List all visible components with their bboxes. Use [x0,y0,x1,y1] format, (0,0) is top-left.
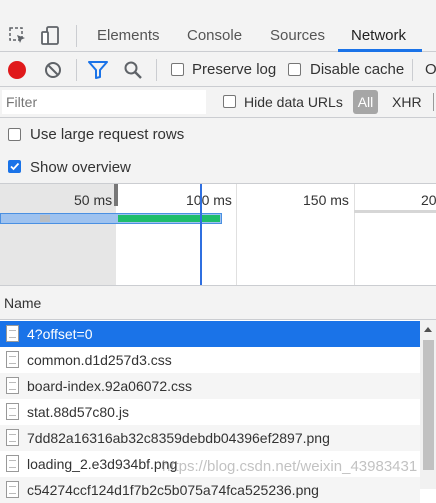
toolbar-divider [76,59,77,81]
request-name: 4?offset=0 [27,326,93,342]
overview-top-rule [354,210,436,213]
hide-data-urls-label: Hide data URLs [244,94,343,110]
tick-label-200ms: 20 [421,192,436,208]
filter-input[interactable] [2,90,206,114]
request-name: c54274ccf124d1f7b2c5b075a74fca525236.png [27,482,319,498]
image-icon [6,429,19,446]
image-icon [6,455,19,472]
document-icon [6,325,19,342]
request-row[interactable]: c54274ccf124d1f7b2c5b075a74fca525236.png [0,477,420,503]
record-icon[interactable] [8,61,26,79]
document-icon [6,351,19,368]
tab-console[interactable]: Console [187,0,242,52]
tab-overflow-label[interactable]: O [425,61,436,78]
request-name: loading_2.e3d934bf.png [27,456,178,472]
search-icon[interactable] [123,60,143,80]
request-row[interactable]: 7dd82a16316ab32c8359debdb04396ef2897.png [0,425,420,451]
overview-window-handle[interactable] [114,184,118,206]
hide-data-urls-checkbox[interactable] [223,95,236,108]
device-toolbar-icon[interactable] [41,26,61,46]
request-name: 7dd82a16316ab32c8359debdb04396ef2897.png [27,430,330,446]
filter-icon[interactable] [88,61,108,79]
request-row[interactable]: 4?offset=0 [0,321,420,347]
request-list-header[interactable]: Name [0,286,436,320]
request-name: common.d1d257d3.css [27,352,172,368]
image-icon [6,481,19,498]
tab-elements[interactable]: Elements [97,0,160,52]
request-row[interactable]: common.d1d257d3.css [0,347,420,373]
request-name: board-index.92a06072.css [27,378,193,394]
name-column-header[interactable]: Name [4,295,41,311]
tick-label-100ms: 100 ms [186,192,232,208]
watermark: https://blog.csdn.net/weixin_43983431 [162,458,418,475]
tick-label-50ms: 50 ms [74,192,113,208]
preserve-log-checkbox[interactable] [171,63,184,76]
filter-bar: Hide data URLs All XHR [0,87,436,118]
document-icon [6,377,19,394]
disable-cache-checkbox[interactable] [288,63,301,76]
show-overview-label: Show overview [30,159,131,176]
request-row[interactable]: stat.88d57c80.js [0,399,420,425]
network-options: Use large request rows Show overview [0,118,436,184]
scrollbar-thumb[interactable] [423,340,434,470]
tab-divider [76,25,77,47]
tick-label-150ms: 150 ms [303,192,349,208]
grid-line [354,184,355,285]
request-bar-download [118,215,220,222]
preserve-log-label: Preserve log [192,61,277,78]
toolbar-divider [156,59,157,81]
request-name: stat.88d57c80.js [27,404,129,420]
toolbar-divider [412,59,413,81]
all-filter-button[interactable]: All [353,90,378,114]
disable-cache-label: Disable cache [310,61,405,78]
large-rows-label: Use large request rows [30,126,185,143]
document-icon [6,403,19,420]
load-event-marker [200,184,202,285]
xhr-filter-button[interactable]: XHR [392,94,422,110]
tab-network[interactable]: Network [351,0,406,52]
grid-line [236,184,237,285]
inspect-element-icon[interactable] [9,27,27,45]
tab-sources[interactable]: Sources [270,0,325,52]
request-bar-waiting [40,215,50,222]
scroll-up-arrow-icon[interactable] [424,327,432,332]
request-row[interactable]: board-index.92a06072.css [0,373,420,399]
filter-divider [433,93,434,111]
overview-timeline[interactable]: 50 ms 100 ms 150 ms 20 [0,184,436,286]
clear-icon[interactable] [43,60,63,80]
show-overview-checkbox[interactable] [8,160,21,173]
large-rows-checkbox[interactable] [8,128,21,141]
